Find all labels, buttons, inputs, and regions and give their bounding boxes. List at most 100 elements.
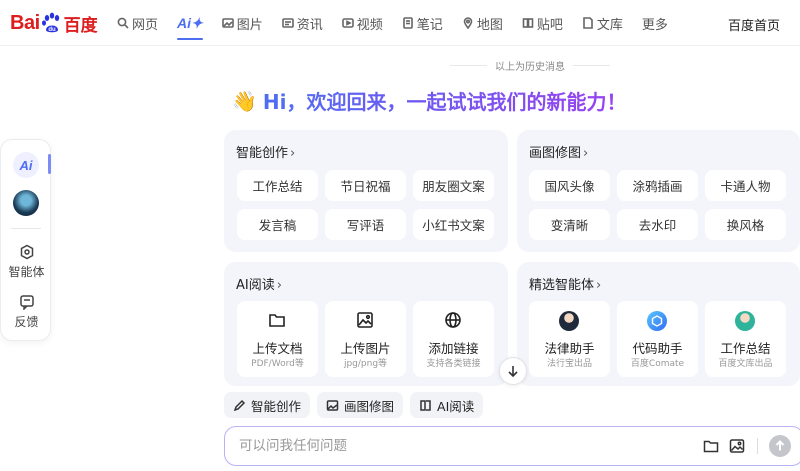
pill-cartoon[interactable]: 卡通人物 <box>705 170 786 201</box>
chat-input[interactable] <box>239 436 679 456</box>
tile-sub: 支持各类链接 <box>426 359 481 369</box>
video-icon <box>341 18 354 28</box>
card-title-create[interactable]: 智能创作 › <box>236 142 295 161</box>
agents-button[interactable]: 智能体 <box>1 244 52 280</box>
tile-legal-assistant[interactable]: 法律助手 法行宝出品 <box>529 301 610 377</box>
chevron-right-icon: › <box>276 278 282 293</box>
nav-notes[interactable]: 笔记 <box>402 0 443 46</box>
tile-sub: jpg/png等 <box>343 359 388 369</box>
legal-assistant-avatar <box>559 311 579 331</box>
tile-sub: 法行宝出品 <box>546 359 592 369</box>
nav-ai[interactable]: Ai✦ <box>177 0 203 46</box>
upload-image-button[interactable] <box>729 438 745 454</box>
nav-library[interactable]: 文库 <box>582 0 623 46</box>
tile-sub: 百度文库出品 <box>718 359 773 369</box>
logo-text-baidu: 百度 <box>63 15 98 35</box>
folder-icon <box>703 440 719 453</box>
tile-label: 法律助手 <box>544 341 595 356</box>
pill-doodle[interactable]: 涂鸦插画 <box>617 170 698 201</box>
chat-input-box <box>224 426 800 466</box>
nav-tieba[interactable]: 贴吧 <box>522 0 563 46</box>
paw-icon: du <box>41 12 63 34</box>
agent-icon <box>20 244 33 260</box>
history-divider: 以上为历史消息 <box>450 58 610 73</box>
map-icon <box>463 17 473 29</box>
tile-upload-doc[interactable]: 上传文档 PDF/Word等 <box>237 301 318 377</box>
card-title-text: 智能创作 <box>236 146 289 161</box>
card-featured-agents: 精选智能体 › 法律助手 法行宝出品 代码助手 百度Comate 工作总结 百度文… <box>517 262 800 386</box>
arrow-down-icon <box>508 366 518 378</box>
pill-work-summary[interactable]: 工作总结 <box>237 170 318 201</box>
chip-label: 智能创作 <box>251 398 302 414</box>
tile-sub: PDF/Word等 <box>251 359 304 369</box>
waving-hand-icon: 👋 <box>232 88 257 113</box>
baidu-logo[interactable]: Bai du 百度 <box>10 11 98 35</box>
tile-sub: 百度Comate <box>630 359 685 369</box>
pill-guofeng-avatar[interactable]: 国风头像 <box>529 170 610 201</box>
book-icon <box>420 399 431 411</box>
ai-assistant-button[interactable]: Ai <box>13 152 39 178</box>
quick-chips: 智能创作 画图修图 AI阅读 <box>224 392 490 418</box>
pill-enhance[interactable]: 变清晰 <box>529 209 610 240</box>
nav-images[interactable]: 图片 <box>221 0 263 46</box>
chip-smart-create[interactable]: 智能创作 <box>224 392 311 418</box>
folder-icon <box>269 314 285 327</box>
card-image-edit: 画图修图 › 国风头像 涂鸦插画 卡通人物 变清晰 去水印 换风格 <box>517 130 800 252</box>
pill-xhs-copy[interactable]: 小红书文案 <box>413 209 494 240</box>
card-title-image[interactable]: 画图修图 › <box>529 142 588 161</box>
nav-map[interactable]: 地图 <box>462 0 503 46</box>
tile-label: 代码助手 <box>632 341 683 356</box>
nav-label: 资讯 <box>296 17 323 33</box>
card-title-text: AI阅读 <box>236 278 275 293</box>
scroll-down-button[interactable] <box>499 357 527 385</box>
logo-paw-du: du <box>48 27 56 33</box>
globe-icon <box>445 312 461 328</box>
feedback-button[interactable]: 反馈 <box>1 294 52 330</box>
nav-label: 笔记 <box>416 17 443 33</box>
pill-holiday-wishes[interactable]: 节日祝福 <box>325 170 406 201</box>
tile-add-link[interactable]: 添加链接 支持各类链接 <box>413 301 494 377</box>
nav-news[interactable]: 资讯 <box>281 0 323 46</box>
pill-speech[interactable]: 发言稿 <box>237 209 318 240</box>
tile-label: 上传文档 <box>252 341 303 356</box>
comate-logo-icon <box>647 311 667 331</box>
tile-label: 上传图片 <box>340 341 391 356</box>
pill-change-style[interactable]: 换风格 <box>705 209 786 240</box>
pill-write-review[interactable]: 写评语 <box>325 209 406 240</box>
card-ai-reading: AI阅读 › 上传文档 PDF/Word等 上传图片 jpg/png等 添加链接 … <box>224 262 508 386</box>
rail-divider <box>11 228 41 229</box>
chip-ai-reading[interactable]: AI阅读 <box>410 392 484 418</box>
send-button[interactable] <box>769 435 791 457</box>
nav-label: 更多 <box>641 17 668 33</box>
search-icon <box>117 17 129 29</box>
top-nav: 网页 Ai✦ 图片 资讯 视频 笔记 地图 贴吧 文库 更多 <box>117 0 687 46</box>
baidu-home-link[interactable]: 百度首页 <box>728 15 780 34</box>
tile-upload-image[interactable]: 上传图片 jpg/png等 <box>325 301 406 377</box>
left-rail: Ai 智能体 反馈 <box>0 139 51 341</box>
nav-more[interactable]: 更多 <box>642 0 668 46</box>
nav-label: 视频 <box>356 17 383 33</box>
nav-label: 文库 <box>596 17 623 33</box>
feedback-icon <box>19 295 34 310</box>
chevron-right-icon: › <box>596 278 602 293</box>
chevron-right-icon: › <box>583 146 589 161</box>
news-icon <box>281 18 294 28</box>
chip-image-edit[interactable]: 画图修图 <box>317 392 404 418</box>
feedback-label: 反馈 <box>14 315 39 329</box>
pill-remove-watermark[interactable]: 去水印 <box>617 209 698 240</box>
upload-file-button[interactable] <box>703 438 719 454</box>
user-avatar[interactable] <box>13 190 39 216</box>
arrow-up-icon <box>775 440 785 451</box>
nav-video[interactable]: 视频 <box>341 0 383 46</box>
pill-moments-copy[interactable]: 朋友圈文案 <box>413 170 494 201</box>
card-title-text: 精选智能体 <box>529 278 595 293</box>
card-title-agents[interactable]: 精选智能体 › <box>529 274 601 293</box>
nav-web[interactable]: 网页 <box>117 0 158 46</box>
image-icon <box>221 18 234 28</box>
tile-work-summary-agent[interactable]: 工作总结 百度文库出品 <box>705 301 786 377</box>
tile-code-assistant[interactable]: 代码助手 百度Comate <box>617 301 698 377</box>
card-smart-create: 智能创作 › 工作总结 节日祝福 朋友圈文案 发言稿 写评语 小红书文案 <box>224 130 508 252</box>
ai-icon: Ai <box>19 157 33 173</box>
tieba-icon <box>522 18 534 28</box>
card-title-read[interactable]: AI阅读 › <box>236 274 282 293</box>
